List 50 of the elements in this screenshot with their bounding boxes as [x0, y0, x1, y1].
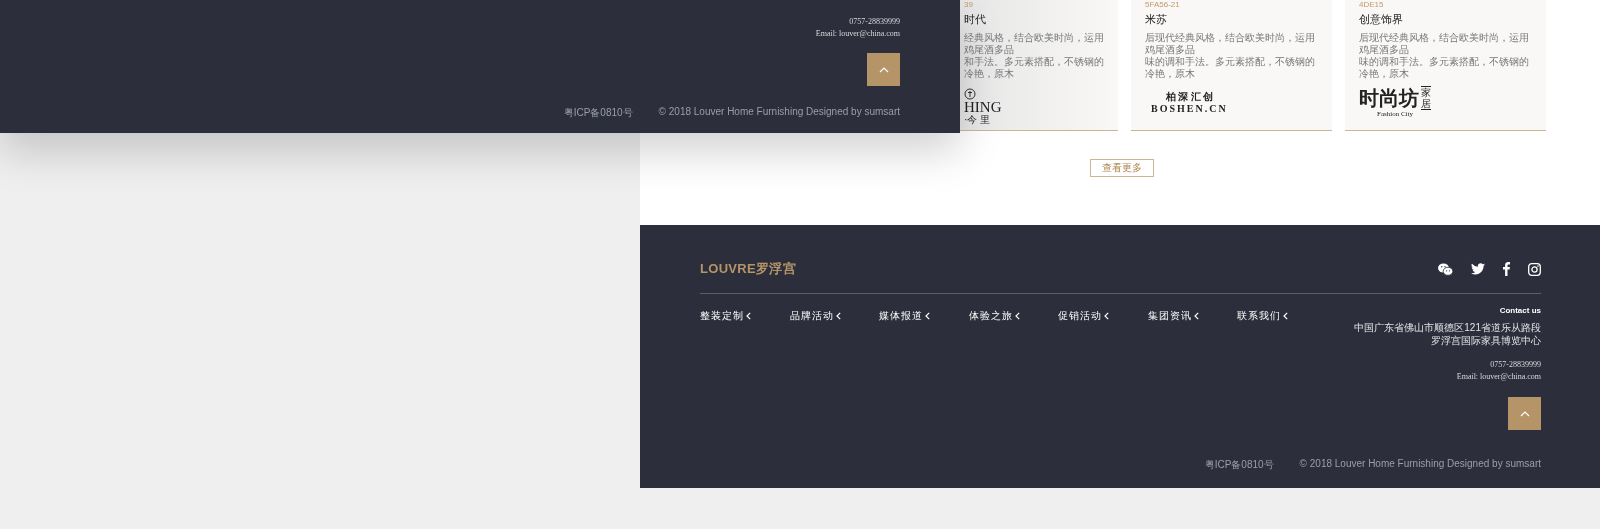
instagram-icon[interactable]: [1528, 262, 1541, 276]
product-description: 和手法。多元素搭配，不锈钢的冷艳，原木: [964, 56, 1104, 80]
email-address: Email: louver@china.com: [815, 28, 900, 40]
footer-nav-link[interactable]: 体验之旅: [968, 310, 1058, 322]
product-title: 创意饰界: [1359, 12, 1404, 26]
chevron-left-icon: [1104, 312, 1109, 320]
footer-nav-link[interactable]: 媒体报道: [879, 310, 969, 322]
chevron-left-icon: [746, 312, 751, 320]
chevron-left-icon: [835, 312, 841, 320]
chevron-up-icon: [1519, 410, 1530, 417]
footer-nav-link[interactable]: 联系我们: [1237, 310, 1327, 322]
product-description: 后现代经典风格，结合欧美时尚，运用鸡尾酒多品: [1359, 32, 1530, 56]
footer-nav-link[interactable]: 品牌活动: [789, 310, 879, 322]
product-description: 味的调和手法。多元素搭配，不锈钢的冷艳，原木: [1359, 56, 1530, 80]
product-code: 5FA56-21: [1145, 0, 1181, 9]
product-card[interactable]: 39 时代 经典风格，结合欧美时尚，运用鸡尾酒多品 和手法。多元素搭配，不锈钢的冷艳，原木 HING ·今 里: [960, 0, 1118, 131]
copyright-text: © 2018 Louver Home Furnishing Designed by sumsart: [658, 106, 900, 119]
chevron-left-icon: [1193, 312, 1199, 320]
bird-icon[interactable]: [1471, 263, 1485, 275]
product-card[interactable]: 5FA56-21 米苏 后现代经典风格，结合欧美时尚，运用鸡尾酒多品 味的调和手法。多元素搭配，不锈钢的冷艳，原木 柏 深 汇 创 BOSHEN.CN: [1131, 0, 1332, 131]
brand-logo: 柏 深 汇 创 BOSHEN.CN: [1150, 90, 1228, 115]
phone-number: 0757-28839999: [849, 16, 900, 28]
emblem-icon: [964, 88, 976, 100]
facebook-icon[interactable]: [1503, 262, 1510, 276]
email-address: Email: louver@china.com: [1456, 371, 1541, 383]
product-description: 经典风格，结合欧美时尚，运用鸡尾酒多品: [964, 32, 1104, 56]
contact-heading: Contact us: [1499, 305, 1541, 317]
wechat-icon[interactable]: [1438, 262, 1453, 276]
product-title: 时代: [964, 12, 987, 26]
product-description: 后现代经典风格，结合欧美时尚，运用鸡尾酒多品: [1145, 32, 1316, 56]
chevron-left-icon: [925, 312, 930, 320]
address-line: 中国广东省佛山市顺德区121省道乐从路段: [1354, 321, 1541, 334]
icp-number: 粤ICP备0810号: [563, 106, 633, 120]
product-code: 4DE15: [1359, 0, 1385, 9]
footer-nav-link[interactable]: 集团资讯: [1147, 310, 1237, 322]
address-line: 罗浮宫国际家具博览中心: [1431, 334, 1541, 347]
product-description: 味的调和手法。多元素搭配，不锈钢的冷艳，原木: [1145, 56, 1316, 80]
product-code: 39: [964, 0, 974, 9]
chevron-up-icon: [878, 66, 889, 73]
chevron-left-icon: [1014, 312, 1020, 320]
phone-number: 0757-28839999: [1490, 359, 1541, 371]
product-title: 米苏: [1145, 12, 1168, 26]
footer-nav-link[interactable]: 促销活动: [1058, 310, 1148, 322]
brand-logo[interactable]: LOUVRE罗浮宫: [700, 260, 796, 278]
chevron-left-icon: [1283, 312, 1288, 320]
footer-nav-link[interactable]: 整装定制: [700, 310, 790, 322]
icp-number: 粤ICP备0810号: [1204, 458, 1274, 472]
copyright-text: © 2018 Louver Home Furnishing Designed by sumsart: [1299, 458, 1541, 471]
view-more-button[interactable]: 查看更多: [1090, 159, 1154, 177]
brand-logo: HING ·今 里: [964, 88, 1002, 125]
